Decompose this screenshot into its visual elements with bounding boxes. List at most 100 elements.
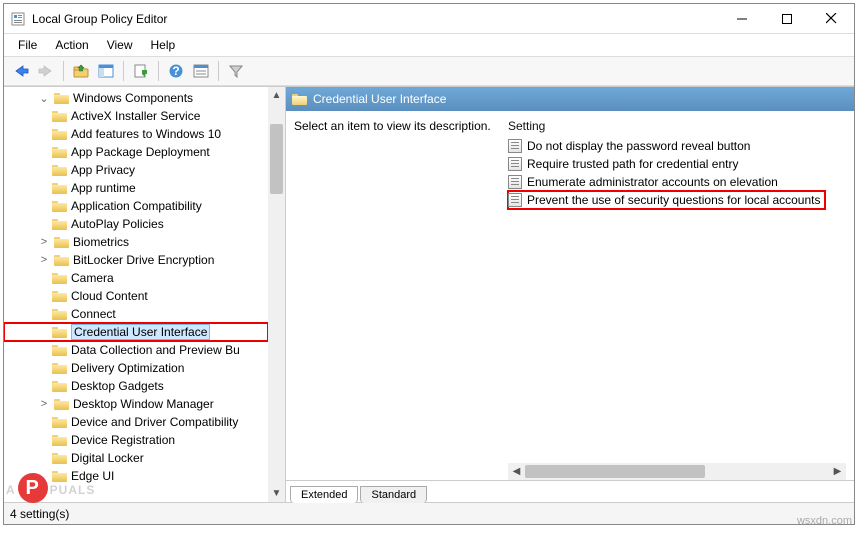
folder-icon: [52, 470, 67, 482]
folder-icon: [52, 452, 67, 464]
tree-item-windows-components[interactable]: ⌄ Windows Components: [4, 89, 268, 107]
status-text: 4 setting(s): [10, 507, 69, 521]
expand-icon[interactable]: >: [38, 236, 50, 248]
window-controls: [719, 4, 854, 33]
scroll-track[interactable]: [268, 104, 285, 485]
tree-item[interactable]: > BitLocker Drive Encryption: [4, 251, 268, 269]
tree-item[interactable]: Connect: [4, 305, 268, 323]
tree-item-label: App Privacy: [71, 163, 135, 177]
policy-icon: [508, 175, 522, 189]
tree-item[interactable]: Camera: [4, 269, 268, 287]
folder-icon: [54, 236, 69, 248]
menu-help[interactable]: Help: [143, 36, 184, 54]
scroll-thumb[interactable]: [525, 465, 705, 478]
tree-item[interactable]: App Package Deployment: [4, 143, 268, 161]
tree-item-label: Camera: [71, 271, 114, 285]
scroll-up-arrow[interactable]: ▲: [268, 87, 285, 104]
setting-row[interactable]: Prevent the use of security questions fo…: [508, 191, 825, 209]
toolbar: ?: [4, 56, 854, 86]
properties-button[interactable]: [190, 60, 212, 82]
scroll-track[interactable]: [525, 463, 829, 480]
menu-file[interactable]: File: [10, 36, 45, 54]
setting-row[interactable]: Do not display the password reveal butto…: [508, 137, 846, 155]
tree-item[interactable]: >Biometrics: [4, 233, 268, 251]
folder-icon: [52, 164, 67, 176]
app-icon: [10, 11, 26, 27]
content-area: ⌄ Windows Components ActiveX Installer S…: [4, 86, 854, 502]
filter-button[interactable]: [225, 60, 247, 82]
tree-item-label: Connect: [71, 307, 116, 321]
close-button[interactable]: [809, 4, 854, 33]
folder-icon: [52, 200, 67, 212]
scroll-right-arrow[interactable]: ▶: [829, 463, 846, 480]
folder-icon: [54, 254, 69, 266]
details-body: Select an item to view its description. …: [286, 111, 854, 463]
tree-item[interactable]: Data Collection and Preview Bu: [4, 341, 268, 359]
minimize-button[interactable]: [719, 4, 764, 33]
details-header: Credential User Interface: [286, 87, 854, 111]
tree-item[interactable]: > Desktop Window Manager: [4, 395, 268, 413]
tree-item[interactable]: Add features to Windows 10: [4, 125, 268, 143]
tree-item-label: Edge UI: [71, 469, 114, 483]
back-button[interactable]: [10, 60, 32, 82]
folder-icon: [52, 326, 67, 338]
forward-button[interactable]: [35, 60, 57, 82]
folder-icon: [54, 398, 69, 410]
maximize-button[interactable]: [764, 4, 809, 33]
help-button[interactable]: ?: [165, 60, 187, 82]
scroll-thumb[interactable]: [270, 124, 283, 194]
tab-standard[interactable]: Standard: [360, 486, 427, 503]
settings-column: Setting Do not display the password reve…: [508, 119, 846, 455]
window-title: Local Group Policy Editor: [32, 12, 719, 26]
menu-action[interactable]: Action: [47, 36, 96, 54]
tree-item[interactable]: Credential User Interface: [4, 323, 268, 341]
tab-extended[interactable]: Extended: [290, 486, 358, 503]
folder-icon: [52, 218, 67, 230]
tree-item[interactable]: Device and Driver Compatibility: [4, 413, 268, 431]
setting-column-header[interactable]: Setting: [508, 119, 846, 137]
tree-item-label: Credential User Interface: [71, 324, 210, 340]
folder-icon: [52, 146, 67, 158]
tree-item[interactable]: Application Compatibility: [4, 197, 268, 215]
tree-item-label: AutoPlay Policies: [71, 217, 164, 231]
setting-label: Require trusted path for credential entr…: [527, 157, 738, 171]
tree-item[interactable]: Cloud Content: [4, 287, 268, 305]
expand-icon[interactable]: >: [38, 398, 50, 410]
tree-item[interactable]: AutoPlay Policies: [4, 215, 268, 233]
details-horizontal-scrollbar[interactable]: ◀ ▶: [508, 463, 846, 480]
folder-icon: [52, 110, 67, 122]
setting-row[interactable]: Enumerate administrator accounts on elev…: [508, 173, 846, 191]
setting-label: Prevent the use of security questions fo…: [527, 193, 821, 207]
up-level-button[interactable]: [70, 60, 92, 82]
tree-item[interactable]: Edge UI: [4, 467, 268, 485]
policy-icon: [508, 193, 522, 207]
tree-item[interactable]: Desktop Gadgets: [4, 377, 268, 395]
description-column: Select an item to view its description.: [294, 119, 500, 455]
details-header-title: Credential User Interface: [313, 92, 446, 106]
policy-icon: [508, 139, 522, 153]
tree-item-label: App Package Deployment: [71, 145, 210, 159]
export-list-button[interactable]: [130, 60, 152, 82]
collapse-icon[interactable]: ⌄: [38, 92, 50, 105]
tree-item[interactable]: App runtime: [4, 179, 268, 197]
tree-item-label: BitLocker Drive Encryption: [73, 253, 214, 267]
tree-item[interactable]: Device Registration: [4, 431, 268, 449]
folder-icon: [52, 182, 67, 194]
show-hide-tree-button[interactable]: [95, 60, 117, 82]
tree-item[interactable]: ActiveX Installer Service: [4, 107, 268, 125]
description-prompt: Select an item to view its description.: [294, 119, 500, 133]
menu-view[interactable]: View: [99, 36, 141, 54]
toolbar-separator: [158, 61, 159, 81]
tree-item[interactable]: Digital Locker: [4, 449, 268, 467]
scroll-down-arrow[interactable]: ▼: [268, 485, 285, 502]
setting-label: Do not display the password reveal butto…: [527, 139, 750, 153]
scroll-left-arrow[interactable]: ◀: [508, 463, 525, 480]
tree-item[interactable]: Delivery Optimization: [4, 359, 268, 377]
tree-item-label: Desktop Window Manager: [73, 397, 214, 411]
folder-icon: [52, 308, 67, 320]
tree-vertical-scrollbar[interactable]: ▲ ▼: [268, 87, 285, 502]
tree-item[interactable]: App Privacy: [4, 161, 268, 179]
setting-row[interactable]: Require trusted path for credential entr…: [508, 155, 846, 173]
tree-view[interactable]: ⌄ Windows Components ActiveX Installer S…: [4, 87, 268, 502]
expand-icon[interactable]: >: [38, 254, 50, 266]
